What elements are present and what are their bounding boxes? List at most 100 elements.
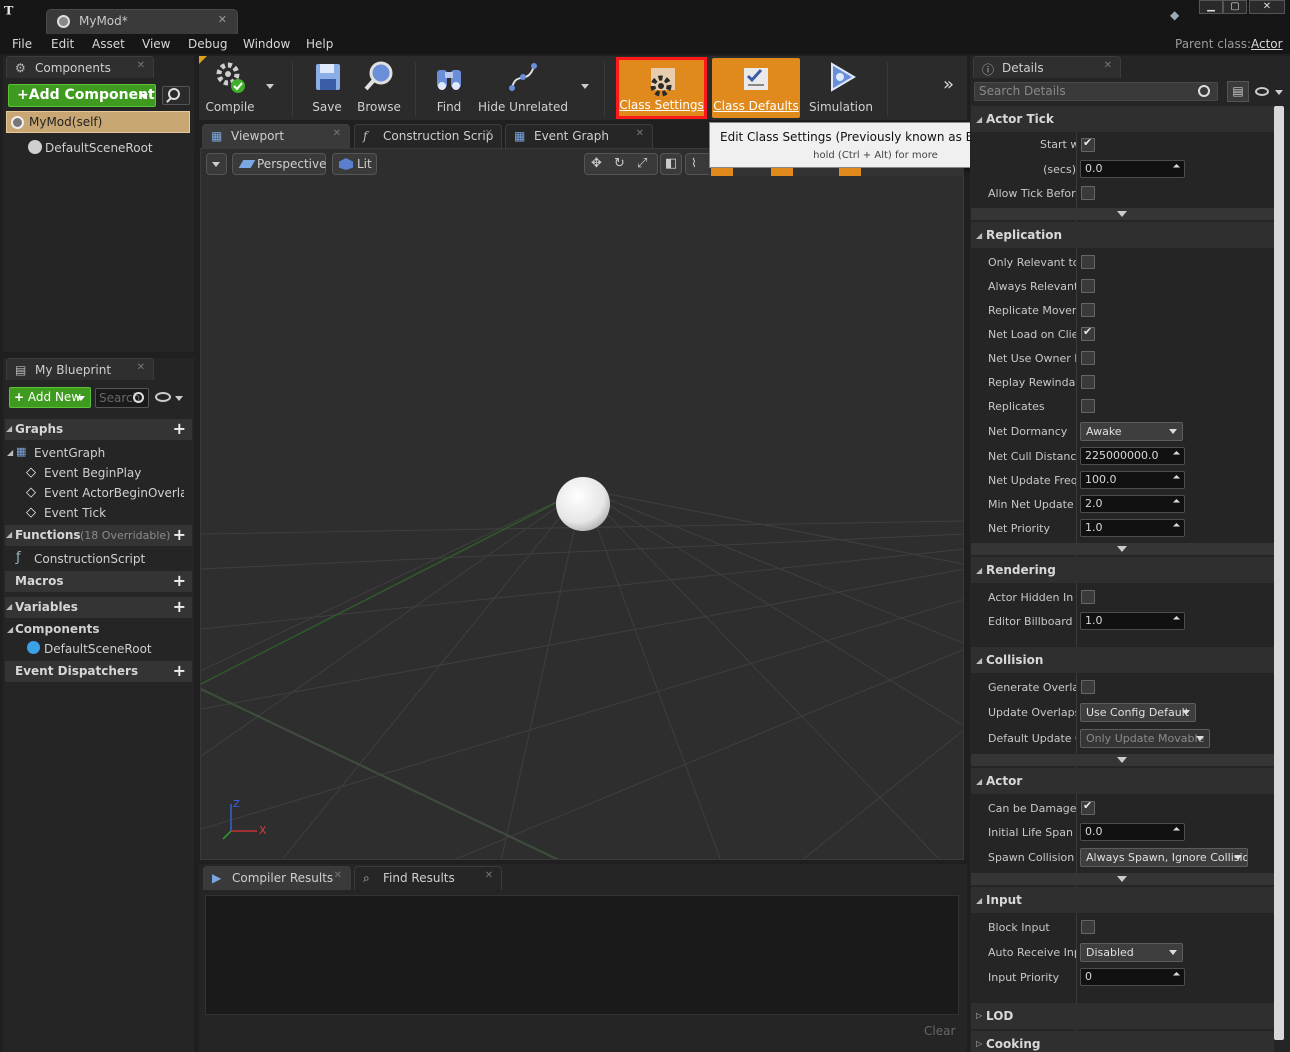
tick-interval-field[interactable]: 0.0	[1080, 160, 1185, 178]
details-scrollbar[interactable]	[1274, 106, 1284, 1040]
close-tab-icon[interactable]: ✕	[137, 60, 145, 71]
minimize-button[interactable]: ▁	[1199, 0, 1223, 14]
blueprint-search-input[interactable]: Search	[95, 388, 149, 408]
class-settings-button[interactable]: Class Settings	[616, 57, 707, 119]
lit-button[interactable]: Lit	[332, 153, 377, 175]
actor-advanced-expander[interactable]	[971, 873, 1274, 885]
cooking-category[interactable]: ▷ Cooking	[971, 1031, 1274, 1052]
event-dispatchers-category[interactable]: Event Dispatchers +	[5, 661, 192, 682]
close-tab-icon[interactable]: ✕	[485, 870, 493, 881]
close-window-button[interactable]: ✕	[1249, 0, 1285, 14]
functions-category[interactable]: ◢ Functions (18 Overridable) +	[5, 525, 192, 546]
billboard-scale-field[interactable]: 1.0	[1080, 612, 1185, 630]
generate-overlap-checkbox[interactable]	[1081, 680, 1095, 694]
sphere-mesh[interactable]	[556, 477, 610, 531]
my-blueprint-tab[interactable]: ▤ My Blueprint ✕	[6, 358, 154, 380]
transform-tools-group[interactable]: ✥ ↻ ⤢	[584, 153, 658, 175]
triangle-down-icon[interactable]: ◢	[7, 448, 13, 457]
macros-category[interactable]: Macros +	[5, 571, 192, 592]
net-use-owner-checkbox[interactable]	[1081, 351, 1095, 365]
parent-class-link[interactable]: Actor	[1251, 37, 1283, 51]
menu-file[interactable]: File	[12, 37, 32, 51]
input-category[interactable]: ◢ Input	[971, 887, 1274, 913]
variables-category[interactable]: ◢ Variables +	[5, 597, 192, 618]
menu-debug[interactable]: Debug	[188, 37, 227, 51]
add-graph-icon[interactable]: +	[173, 419, 186, 438]
tick-enabled-checkbox[interactable]	[1081, 136, 1095, 152]
event-tick-item[interactable]: Event Tick	[44, 506, 106, 520]
compile-button[interactable]: Compile	[202, 56, 258, 120]
net-update-freq-field[interactable]: 100.0	[1080, 471, 1185, 489]
coordinate-space-button[interactable]: ◧	[660, 153, 682, 175]
net-priority-field[interactable]: 1.0	[1080, 519, 1185, 537]
net-load-checkbox[interactable]	[1081, 325, 1095, 341]
close-tab-icon[interactable]: ✕	[218, 13, 227, 26]
allow-tick-before-checkbox[interactable]	[1081, 186, 1095, 200]
menu-window[interactable]: Window	[243, 37, 290, 51]
close-tab-icon[interactable]: ✕	[334, 870, 342, 881]
chevron-down-icon[interactable]	[1275, 90, 1283, 95]
auto-receive-input-select[interactable]: Disabled	[1080, 943, 1183, 962]
net-cull-field[interactable]: 225000000.0	[1080, 447, 1185, 465]
event-graph-item[interactable]: EventGraph	[34, 446, 105, 460]
rotate-icon[interactable]: ↻	[614, 156, 625, 171]
block-input-checkbox[interactable]	[1081, 920, 1095, 934]
actor-tick-category[interactable]: ◢ Actor Tick	[971, 106, 1274, 132]
triangle-down-icon[interactable]: ◢	[7, 625, 13, 634]
search-components-button[interactable]	[162, 86, 190, 105]
components-subcategory[interactable]: Components	[15, 622, 100, 636]
construction-script-tab[interactable]: f Construction Scrip ✕	[354, 124, 502, 148]
menu-help[interactable]: Help	[306, 37, 333, 51]
initial-life-span-field[interactable]: 0.0	[1080, 823, 1185, 841]
property-matrix-icon[interactable]: ▤	[1227, 81, 1249, 102]
close-tab-icon[interactable]: ✕	[636, 128, 644, 139]
update-overlaps-select[interactable]: Use Config Default	[1080, 703, 1196, 722]
details-tab[interactable]: ⓘ Details ✕	[973, 56, 1121, 78]
spawn-collision-select[interactable]: Always Spawn, Ignore Collisions	[1080, 848, 1248, 867]
details-search-input[interactable]: Search Details	[974, 82, 1218, 101]
compiler-results-tab[interactable]: ▶ Compiler Results ✕	[203, 866, 351, 890]
translate-icon[interactable]: ✥	[591, 156, 602, 171]
compile-options-chevron-icon[interactable]	[266, 84, 274, 89]
actor-category[interactable]: ◢ Actor	[971, 768, 1274, 794]
viewport-tab[interactable]: ▦ Viewport ✕	[202, 124, 350, 148]
close-tab-icon[interactable]: ✕	[333, 128, 341, 139]
class-defaults-button[interactable]: Class Defaults	[712, 58, 800, 118]
browse-button[interactable]: Browse	[354, 56, 404, 120]
can-be-damaged-checkbox[interactable]	[1081, 799, 1095, 815]
eye-icon[interactable]	[1255, 87, 1269, 96]
construction-script-item[interactable]: ConstructionScript	[34, 552, 145, 566]
chevron-down-icon[interactable]	[175, 396, 183, 401]
replication-category[interactable]: ◢ Replication	[971, 222, 1274, 248]
variable-default-scene-root[interactable]: DefaultSceneRoot	[44, 642, 152, 656]
pin-icon[interactable]: ◆	[1170, 8, 1186, 22]
find-results-tab[interactable]: ⌕ Find Results ✕	[354, 866, 502, 890]
add-variable-icon[interactable]: +	[173, 597, 186, 616]
event-graph-tab[interactable]: ▦ Event Graph ✕	[505, 124, 653, 148]
close-tab-icon[interactable]: ✕	[137, 362, 145, 373]
add-new-button[interactable]: + Add New	[9, 387, 91, 408]
add-dispatcher-icon[interactable]: +	[173, 661, 186, 680]
toolbar-overflow-icon[interactable]: »	[943, 74, 954, 95]
replicates-checkbox[interactable]	[1081, 399, 1095, 413]
replication-advanced-expander[interactable]	[971, 543, 1274, 555]
components-tab[interactable]: ⚙ Components ✕	[6, 56, 154, 78]
component-self-row[interactable]: MyMod(self)	[6, 111, 190, 133]
save-button[interactable]: Save	[302, 56, 352, 120]
input-priority-field[interactable]: 0	[1080, 968, 1185, 986]
actor-tick-advanced-expander[interactable]	[971, 208, 1274, 220]
add-macro-icon[interactable]: +	[173, 571, 186, 590]
collision-advanced-expander[interactable]	[971, 754, 1274, 766]
close-tab-icon[interactable]: ✕	[485, 128, 493, 139]
viewport-options-button[interactable]	[206, 153, 227, 175]
surface-snap-button[interactable]: ⌇	[685, 153, 711, 175]
lod-category[interactable]: ▷ LOD	[971, 1003, 1274, 1029]
menu-view[interactable]: View	[142, 37, 170, 51]
rendering-category[interactable]: ◢ Rendering	[971, 557, 1274, 583]
event-beginplay-item[interactable]: Event BeginPlay	[44, 466, 141, 480]
hide-unrelated-button[interactable]: Hide Unrelated	[478, 56, 568, 120]
close-tab-icon[interactable]: ✕	[1104, 60, 1112, 71]
eye-icon[interactable]	[155, 392, 171, 402]
component-default-scene-root[interactable]: DefaultSceneRoot	[45, 141, 153, 155]
document-tab[interactable]: MyMod* ✕	[46, 9, 238, 34]
